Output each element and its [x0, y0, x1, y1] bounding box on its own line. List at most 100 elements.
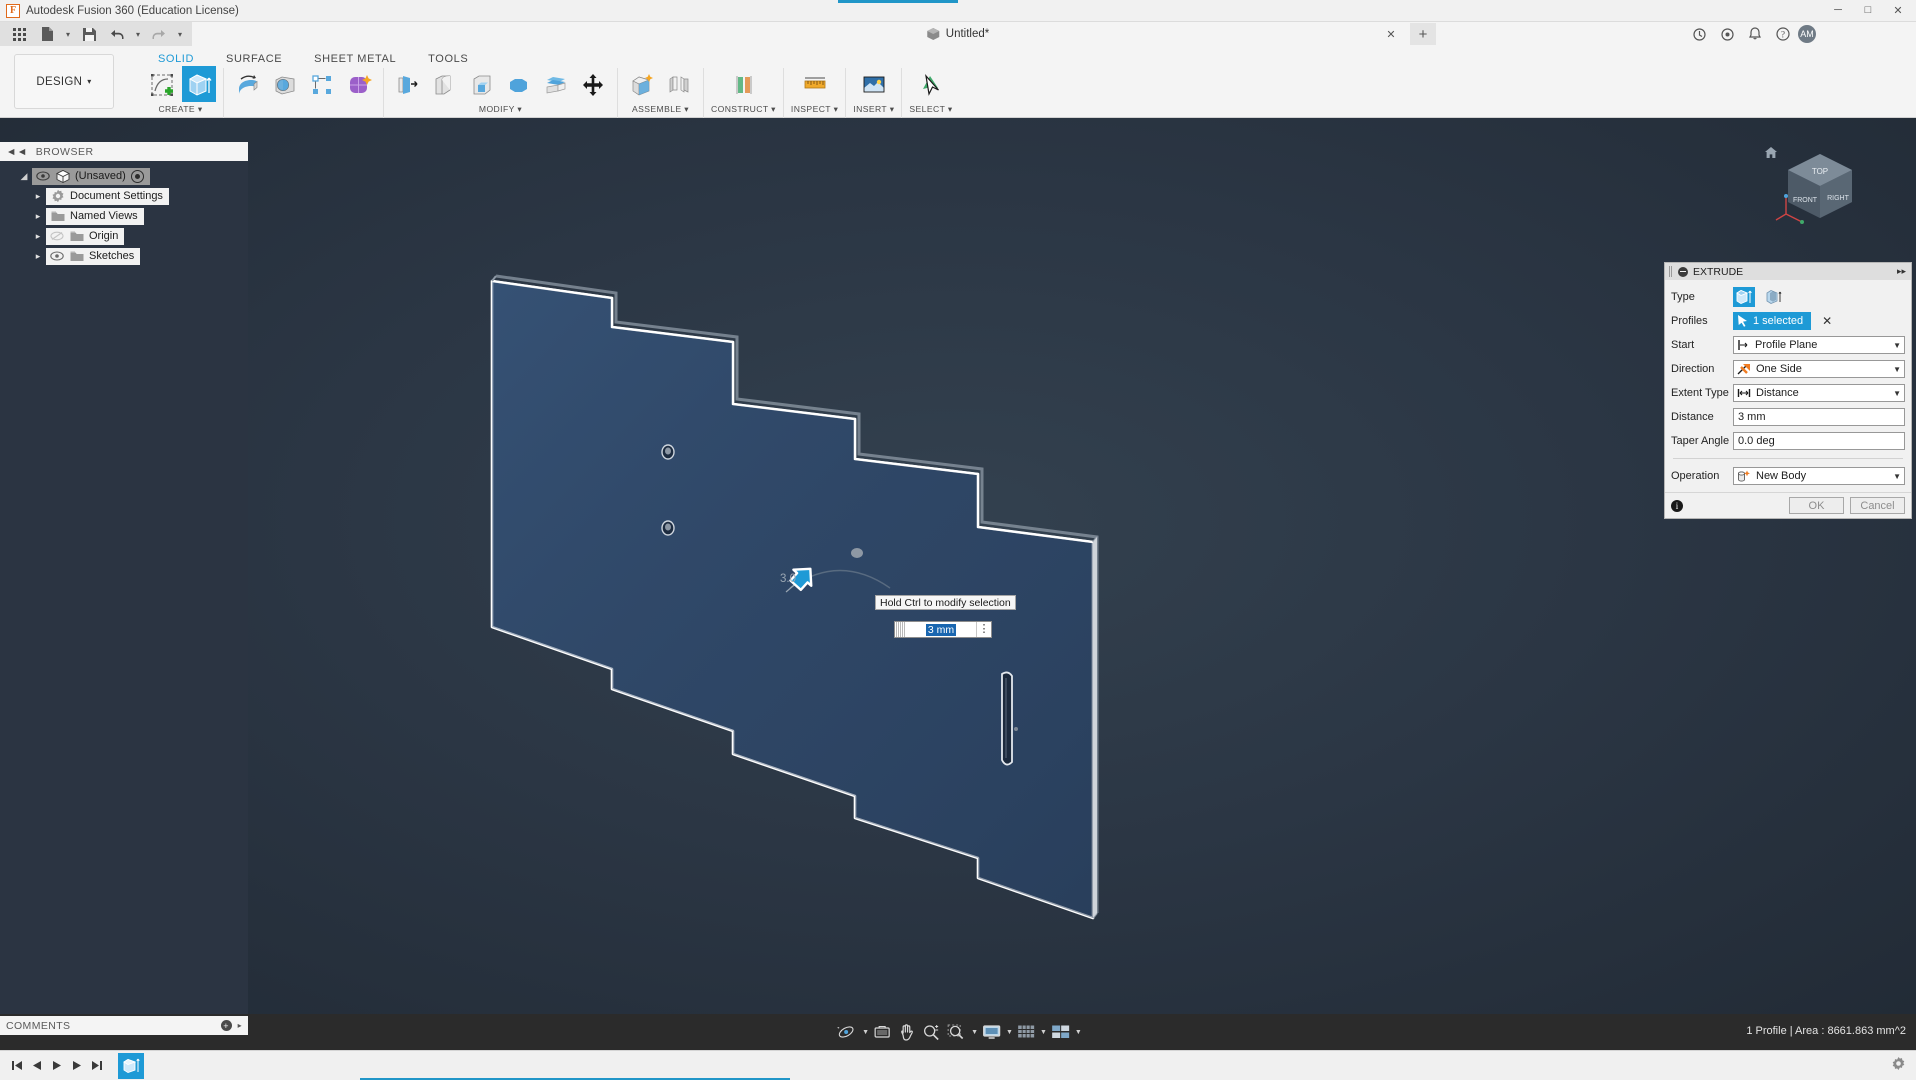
tree-item-document-settings[interactable]: ▸ Document Settings: [0, 186, 248, 206]
clear-selection-icon[interactable]: ✕: [1822, 314, 1832, 328]
orbit-caret-icon[interactable]: ▼: [862, 1029, 869, 1036]
tree-chip-origin[interactable]: Origin: [46, 227, 125, 245]
display-settings-caret-icon[interactable]: ▼: [1006, 1029, 1013, 1036]
display-settings-icon[interactable]: [979, 1019, 1004, 1045]
taper-angle-input[interactable]: 0.0 deg: [1733, 432, 1905, 450]
zoom-window-caret-icon[interactable]: ▼: [971, 1029, 978, 1036]
cancel-button[interactable]: Cancel: [1850, 497, 1905, 514]
new-file-caret-icon[interactable]: ▾: [62, 23, 74, 45]
viewports-caret-icon[interactable]: ▼: [1075, 1029, 1082, 1036]
zoom-icon[interactable]: [919, 1019, 943, 1045]
split-face-icon[interactable]: [539, 68, 573, 102]
minimize-button[interactable]: ─: [1824, 0, 1852, 20]
offset-plane-icon[interactable]: [726, 68, 760, 102]
measure-icon[interactable]: [798, 68, 832, 102]
shell-icon[interactable]: [465, 68, 499, 102]
redo-icon[interactable]: [146, 23, 172, 45]
extrude-thin-icon[interactable]: [1763, 287, 1785, 307]
operation-select[interactable]: New Body ▼: [1733, 467, 1905, 485]
pan-icon[interactable]: [895, 1019, 918, 1045]
expand-arrow-icon[interactable]: ▸: [30, 248, 46, 264]
close-tab-button[interactable]: ✕: [1378, 23, 1404, 45]
extrude-dialog-header[interactable]: EXTRUDE ▸▸: [1665, 263, 1911, 280]
tab-sheet-metal[interactable]: SHEET METAL: [298, 53, 412, 65]
tree-chip-root[interactable]: (Unsaved): [32, 167, 150, 185]
panel-label-create[interactable]: CREATE ▾: [158, 104, 202, 115]
panel-label-construct[interactable]: CONSTRUCT ▾: [711, 104, 776, 115]
new-file-icon[interactable]: [34, 23, 60, 45]
combine-icon[interactable]: [502, 68, 536, 102]
extrude-icon[interactable]: [182, 66, 216, 102]
home-icon[interactable]: [1764, 146, 1778, 160]
undo-icon[interactable]: [104, 23, 130, 45]
kebab-menu-icon[interactable]: ⋮: [976, 622, 991, 637]
sketch-icon[interactable]: [145, 68, 179, 102]
direction-select[interactable]: One Side ▼: [1733, 360, 1905, 378]
extensions-icon[interactable]: [1714, 23, 1740, 45]
chevron-down-icon[interactable]: ▼: [1893, 472, 1901, 481]
info-icon[interactable]: i: [1671, 499, 1683, 512]
input-value[interactable]: 3 mm: [925, 623, 957, 636]
undo-caret-icon[interactable]: ▾: [132, 23, 144, 45]
panel-label-assemble[interactable]: ASSEMBLE ▾: [632, 104, 689, 115]
add-tab-button[interactable]: +: [1410, 23, 1436, 45]
ok-button[interactable]: OK: [1789, 497, 1844, 514]
insert-mcmaster-icon[interactable]: [857, 68, 891, 102]
tree-item-sketches[interactable]: ▸ Sketches: [0, 246, 248, 266]
expand-arrow-icon[interactable]: ◢: [16, 168, 32, 184]
joint-icon[interactable]: [662, 68, 696, 102]
zoom-window-icon[interactable]: [944, 1019, 969, 1045]
orbit-icon[interactable]: [834, 1019, 860, 1045]
collapse-left-icon[interactable]: ◄◄: [6, 146, 28, 158]
add-comment-icon[interactable]: +: [220, 1020, 232, 1031]
activate-component-radio[interactable]: [130, 169, 144, 183]
tree-chip-document-settings[interactable]: Document Settings: [46, 187, 169, 205]
panel-label-inspect[interactable]: INSPECT ▾: [791, 104, 838, 115]
extent-type-select[interactable]: Distance ▼: [1733, 384, 1905, 402]
chevron-down-icon[interactable]: ▼: [1893, 389, 1901, 398]
dialog-grip-handle[interactable]: [1669, 266, 1673, 277]
move-copy-icon[interactable]: [576, 68, 610, 102]
start-select[interactable]: Profile Plane ▼: [1733, 336, 1905, 354]
timeline-settings-gear-icon[interactable]: [1891, 1056, 1906, 1076]
tree-item-origin[interactable]: ▸ Origin: [0, 226, 248, 246]
distance-input[interactable]: 3 mm: [1733, 408, 1905, 426]
help-icon[interactable]: ?: [1770, 23, 1796, 45]
new-component-icon[interactable]: [625, 68, 659, 102]
fillet-icon[interactable]: [428, 68, 462, 102]
tree-chip-named-views[interactable]: Named Views: [46, 207, 144, 225]
panel-label-insert[interactable]: INSERT ▾: [853, 104, 894, 115]
workspace-selector[interactable]: DESIGN ▾: [14, 54, 114, 109]
press-pull-icon[interactable]: [391, 68, 425, 102]
step-back-icon[interactable]: [30, 1059, 44, 1073]
tab-solid[interactable]: SOLID: [142, 53, 210, 65]
pattern-icon[interactable]: [305, 68, 339, 102]
jobs-icon[interactable]: [1686, 23, 1712, 45]
visibility-eye-icon[interactable]: [50, 250, 64, 262]
avatar[interactable]: AM: [1798, 25, 1816, 43]
input-field-wrap[interactable]: 3 mm: [906, 622, 976, 637]
look-at-icon[interactable]: [870, 1019, 894, 1045]
extrude-solid-icon[interactable]: [1733, 287, 1755, 307]
expand-arrow-icon[interactable]: ▸: [30, 188, 46, 204]
view-cube[interactable]: TOP FRONT RIGHT: [1772, 140, 1868, 236]
profiles-selection-chip[interactable]: 1 selected: [1733, 312, 1812, 330]
select-icon[interactable]: [914, 68, 948, 102]
chevron-right-icon[interactable]: ▸: [238, 1021, 242, 1030]
revolve-icon[interactable]: [231, 68, 265, 102]
visibility-eye-off-icon[interactable]: [50, 230, 64, 242]
panel-label-modify[interactable]: MODIFY ▾: [479, 104, 522, 115]
arc-handle[interactable]: [851, 548, 863, 558]
tree-item-unsaved[interactable]: ◢ (Unsaved): [0, 166, 248, 186]
skip-end-icon[interactable]: [90, 1059, 104, 1073]
grid-snaps-caret-icon[interactable]: ▼: [1040, 1029, 1047, 1036]
minimize-icon[interactable]: [1678, 266, 1688, 277]
panel-label-select[interactable]: SELECT ▾: [909, 104, 952, 115]
expand-dialog-icon[interactable]: ▸▸: [1897, 266, 1906, 277]
comments-panel[interactable]: COMMENTS + ▸: [0, 1016, 248, 1035]
save-icon[interactable]: [76, 23, 102, 45]
notifications-icon[interactable]: [1742, 23, 1768, 45]
tab-tools[interactable]: TOOLS: [412, 53, 484, 65]
close-button[interactable]: ✕: [1884, 0, 1912, 20]
grid-snaps-icon[interactable]: [1014, 1019, 1038, 1045]
